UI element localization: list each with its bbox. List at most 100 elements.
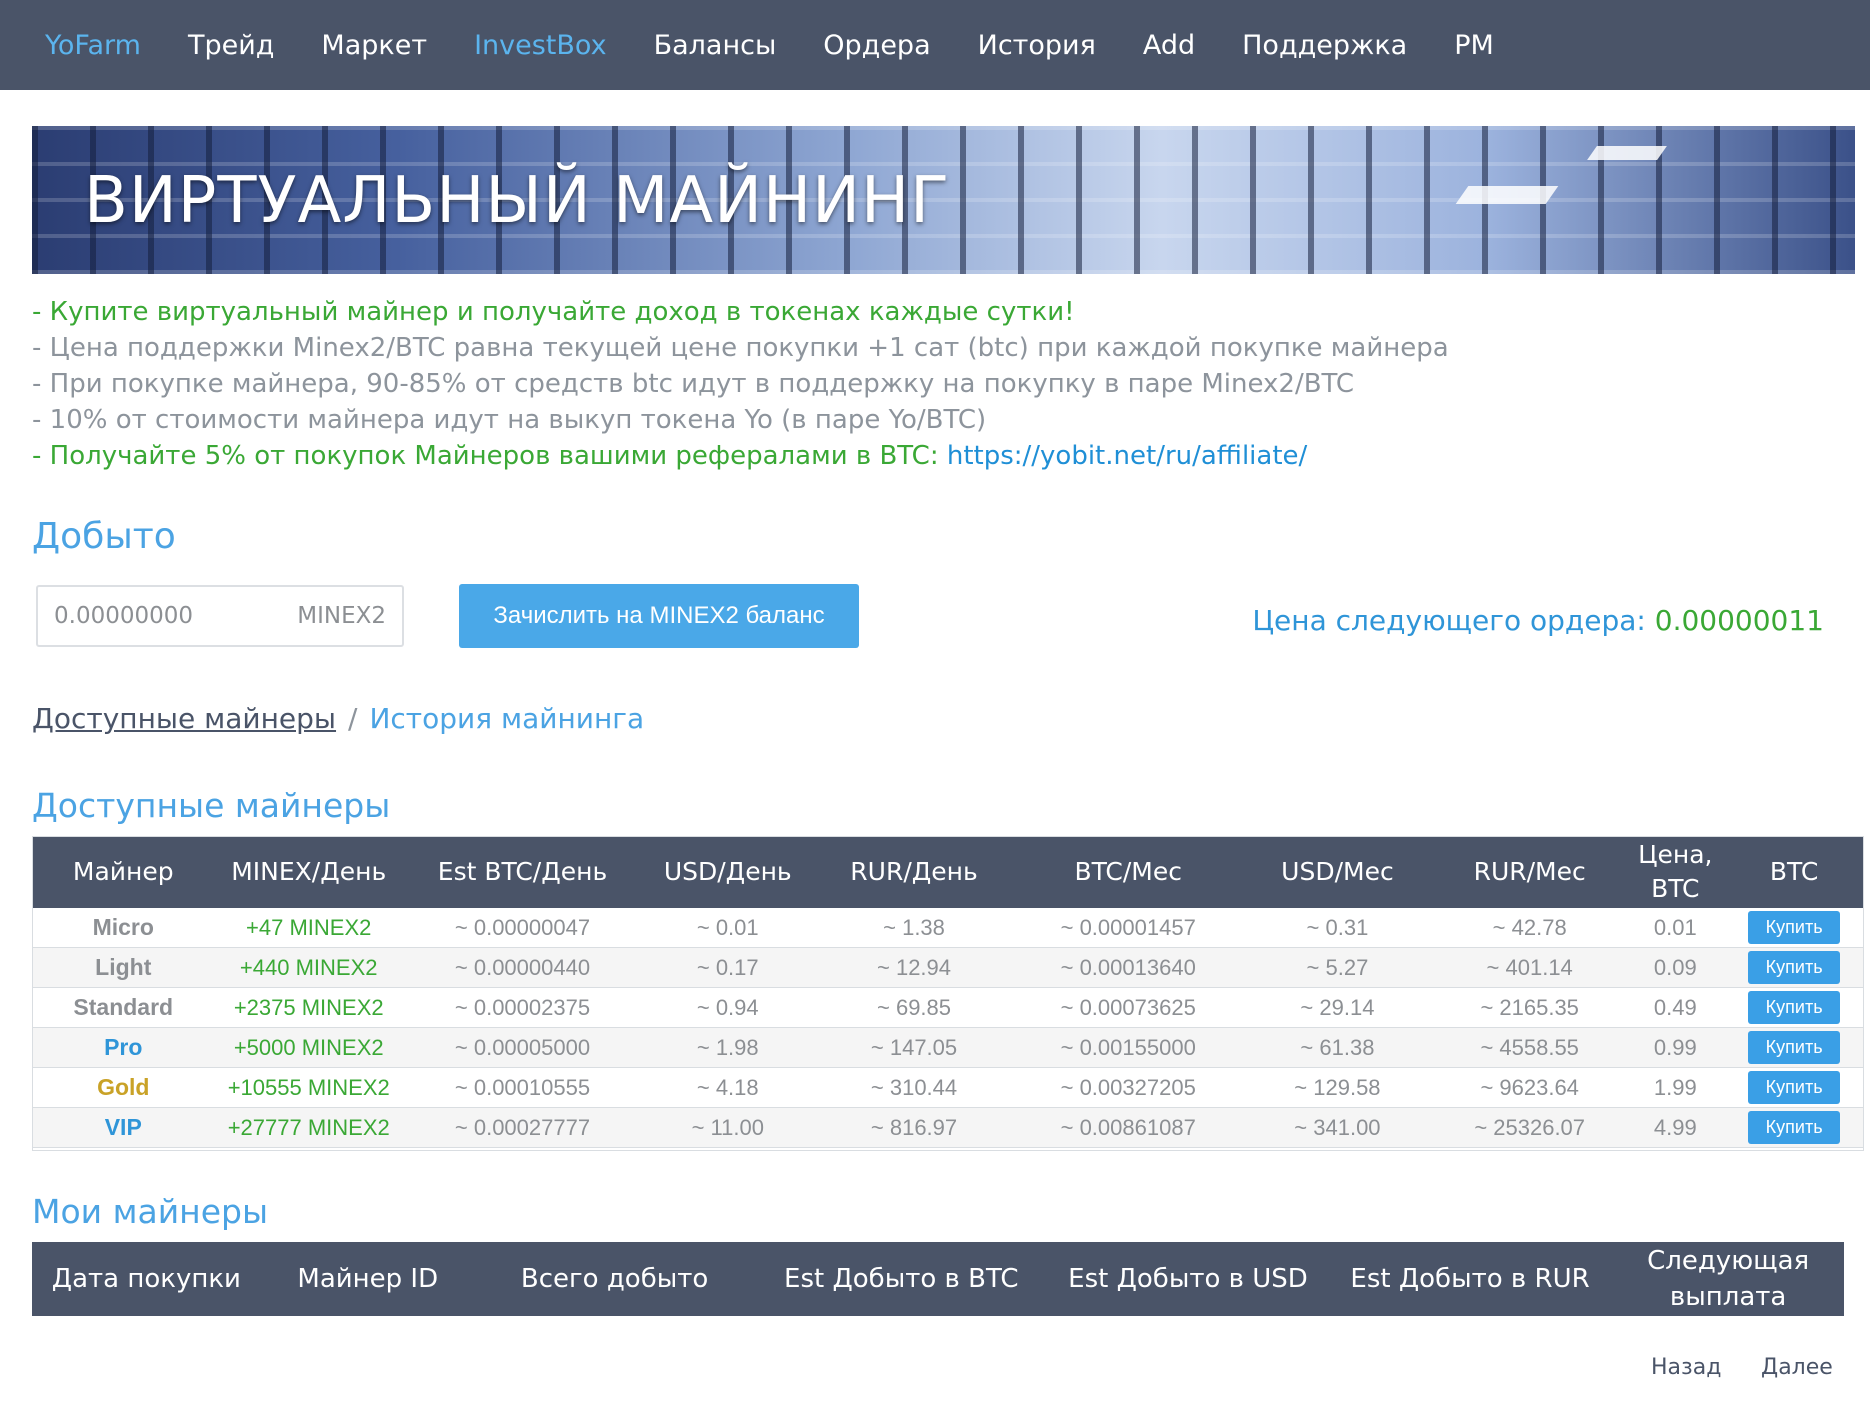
table-cell-rur-mon: ~ 25326.07 [1433, 1107, 1627, 1148]
table-cell-usd-mon: ~ 5.27 [1241, 947, 1434, 988]
table-cell-price: 0.49 [1626, 987, 1725, 1028]
my-miners-heading: Мои майнеры [32, 1192, 269, 1231]
table-header-row: Майнер MINEX/День Est BTC/День USD/День … [32, 836, 1864, 908]
table-row: Pro +5000 MINEX2 ~ 0.00005000 ~ 1.98 ~ 147.0… [32, 1027, 1864, 1068]
col-rur-month: RUR/Мес [1433, 836, 1627, 908]
table-cell-minex: +2375 MINEX2 [214, 987, 403, 1028]
table-cell-price: 0.01 [1626, 908, 1725, 948]
table-row: Micro +47 MINEX2 ~ 0.00000047 ~ 0.01 ~ 1.38 ~… [32, 908, 1864, 948]
buy-button[interactable]: Купить [1748, 991, 1841, 1024]
col-total-mined: Всего добыто [474, 1242, 755, 1316]
nav-item-yofarm[interactable]: YoFarm [45, 30, 141, 61]
table-cell-rur-day: ~ 310.44 [813, 1067, 1015, 1108]
table-cell-name: Micro [32, 908, 215, 948]
table-row: Gold +10555 MINEX2 ~ 0.00010555 ~ 4.18 ~ 310… [32, 1067, 1864, 1108]
mined-heading: Добыто [32, 516, 176, 557]
table-cell-btc-day: ~ 0.00027777 [402, 1107, 643, 1148]
info-line-affiliate: - Получайте 5% от покупок Майнеров вашим… [32, 438, 1449, 474]
col-est-usd: Est Добыто в USD [1048, 1242, 1328, 1316]
table-cell-buy: Купить [1724, 1027, 1864, 1068]
pager-next-button[interactable]: Далее [1761, 1355, 1833, 1380]
table-cell-minex: +27777 MINEX2 [214, 1107, 403, 1148]
col-miner-id: Майнер ID [260, 1242, 475, 1316]
table-cell-rur-day: ~ 1.38 [813, 908, 1015, 948]
table-cell-price: 4.99 [1626, 1107, 1725, 1148]
credit-balance-button[interactable]: Зачислить на MINEX2 баланс [459, 584, 859, 648]
nav-item-trade[interactable]: Трейд [188, 30, 274, 61]
nav-item-add[interactable]: Add [1143, 30, 1195, 61]
table-row: VIP +27777 MINEX2 ~ 0.00027777 ~ 11.00 ~ 816… [32, 1107, 1864, 1148]
nav-item-orders[interactable]: Ордера [823, 30, 930, 61]
available-miners-heading: Доступные майнеры [32, 786, 391, 825]
col-miner: Майнер [32, 836, 215, 908]
tab-available-miners[interactable]: Доступные майнеры [32, 702, 336, 735]
col-est-rur: Est Добыто в RUR [1327, 1242, 1613, 1316]
banner-title: ВИРТУАЛЬНЫЙ МАЙНИНГ [84, 164, 951, 238]
table-cell-btc-mon: ~ 0.00073625 [1014, 987, 1242, 1028]
table-cell-usd-day: ~ 11.00 [642, 1107, 814, 1148]
buy-button[interactable]: Купить [1748, 1111, 1841, 1144]
table-cell-btc-day: ~ 0.00005000 [402, 1027, 643, 1068]
mined-amount-field[interactable]: 0.00000000 MINEX2 [36, 585, 404, 647]
table-cell-name: Light [32, 947, 215, 988]
col-btc: BTC [1724, 836, 1864, 908]
table-cell-btc-mon: ~ 0.00001457 [1014, 908, 1242, 948]
buy-button[interactable]: Купить [1748, 1031, 1841, 1064]
mined-amount-placeholder: 0.00000000 [54, 603, 194, 629]
buy-button[interactable]: Купить [1748, 911, 1841, 944]
table-cell-price: 0.99 [1626, 1027, 1725, 1068]
table-cell-buy: Купить [1724, 908, 1864, 948]
info-line: - Купите виртуальный майнер и получайте … [32, 297, 1075, 327]
available-miners-table: Майнер MINEX/День Est BTC/День USD/День … [32, 836, 1864, 1148]
nav-item-history[interactable]: История [978, 30, 1096, 61]
table-cell-rur-day: ~ 816.97 [813, 1107, 1015, 1148]
buy-button[interactable]: Купить [1748, 951, 1841, 984]
table-cell-rur-mon: ~ 9623.64 [1433, 1067, 1627, 1108]
next-order-price: Цена следующего ордера: 0.00000011 [1252, 604, 1824, 637]
table-cell-name: Standard [32, 987, 215, 1028]
table-cell-usd-day: ~ 0.94 [642, 987, 814, 1028]
table-cell-minex: +10555 MINEX2 [214, 1067, 403, 1108]
banner-ceiling-light [1455, 186, 1559, 204]
col-next-payout: Следующая выплата [1612, 1242, 1844, 1316]
table-cell-btc-mon: ~ 0.00861087 [1014, 1107, 1242, 1148]
col-btc-day: Est BTC/День [402, 836, 643, 908]
table-cell-btc-day: ~ 0.00010555 [402, 1067, 643, 1108]
nav-item-pm[interactable]: PM [1454, 30, 1494, 61]
table-cell-usd-day: ~ 0.01 [642, 908, 814, 948]
pager-back-button[interactable]: Назад [1651, 1355, 1721, 1380]
table-cell-buy: Купить [1724, 947, 1864, 988]
table-cell-usd-day: ~ 4.18 [642, 1067, 814, 1108]
table-cell-usd-day: ~ 1.98 [642, 1027, 814, 1068]
table-cell-rur-day: ~ 147.05 [813, 1027, 1015, 1068]
info-text: - Купите виртуальный майнер и получайте … [32, 294, 1449, 474]
mining-banner: ВИРТУАЛЬНЫЙ МАЙНИНГ [32, 126, 1855, 274]
nav-item-market[interactable]: Маркет [321, 30, 427, 61]
col-btc-month: BTC/Мес [1014, 836, 1242, 908]
table-cell-btc-day: ~ 0.00000440 [402, 947, 643, 988]
nav-item-balances[interactable]: Балансы [654, 30, 777, 61]
table-cell-price: 1.99 [1626, 1067, 1725, 1108]
table-cell-rur-mon: ~ 2165.35 [1433, 987, 1627, 1028]
info-line: - При покупке майнера, 90-85% от средств… [32, 369, 1355, 399]
table-cell-usd-day: ~ 0.17 [642, 947, 814, 988]
info-line: - 10% от стоимости майнера идут на выкуп… [32, 405, 987, 435]
nav-item-support[interactable]: Поддержка [1242, 30, 1407, 61]
tab-mining-history[interactable]: История майнинга [369, 702, 644, 735]
table-cell-btc-mon: ~ 0.00327205 [1014, 1067, 1242, 1108]
table-cell-minex: +5000 MINEX2 [214, 1027, 403, 1068]
table-cell-name: Gold [32, 1067, 215, 1108]
affiliate-link[interactable]: https://yobit.net/ru/affiliate/ [947, 441, 1307, 471]
breadcrumb: Доступные майнеры / История майнинга [32, 702, 644, 735]
table-cell-usd-mon: ~ 0.31 [1241, 908, 1434, 948]
breadcrumb-separator: / [348, 702, 358, 735]
col-usd-day: USD/День [642, 836, 814, 908]
affiliate-text: - Получайте 5% от покупок Майнеров вашим… [32, 441, 947, 471]
buy-button[interactable]: Купить [1748, 1071, 1841, 1104]
nav-item-investbox[interactable]: InvestBox [474, 30, 607, 61]
col-est-btc: Est Добыто в BTC [754, 1242, 1049, 1316]
banner-ceiling-light [1587, 146, 1667, 160]
table-cell-btc-day: ~ 0.00000047 [402, 908, 643, 948]
table-cell-minex: +440 MINEX2 [214, 947, 403, 988]
table-cell-rur-mon: ~ 42.78 [1433, 908, 1627, 948]
